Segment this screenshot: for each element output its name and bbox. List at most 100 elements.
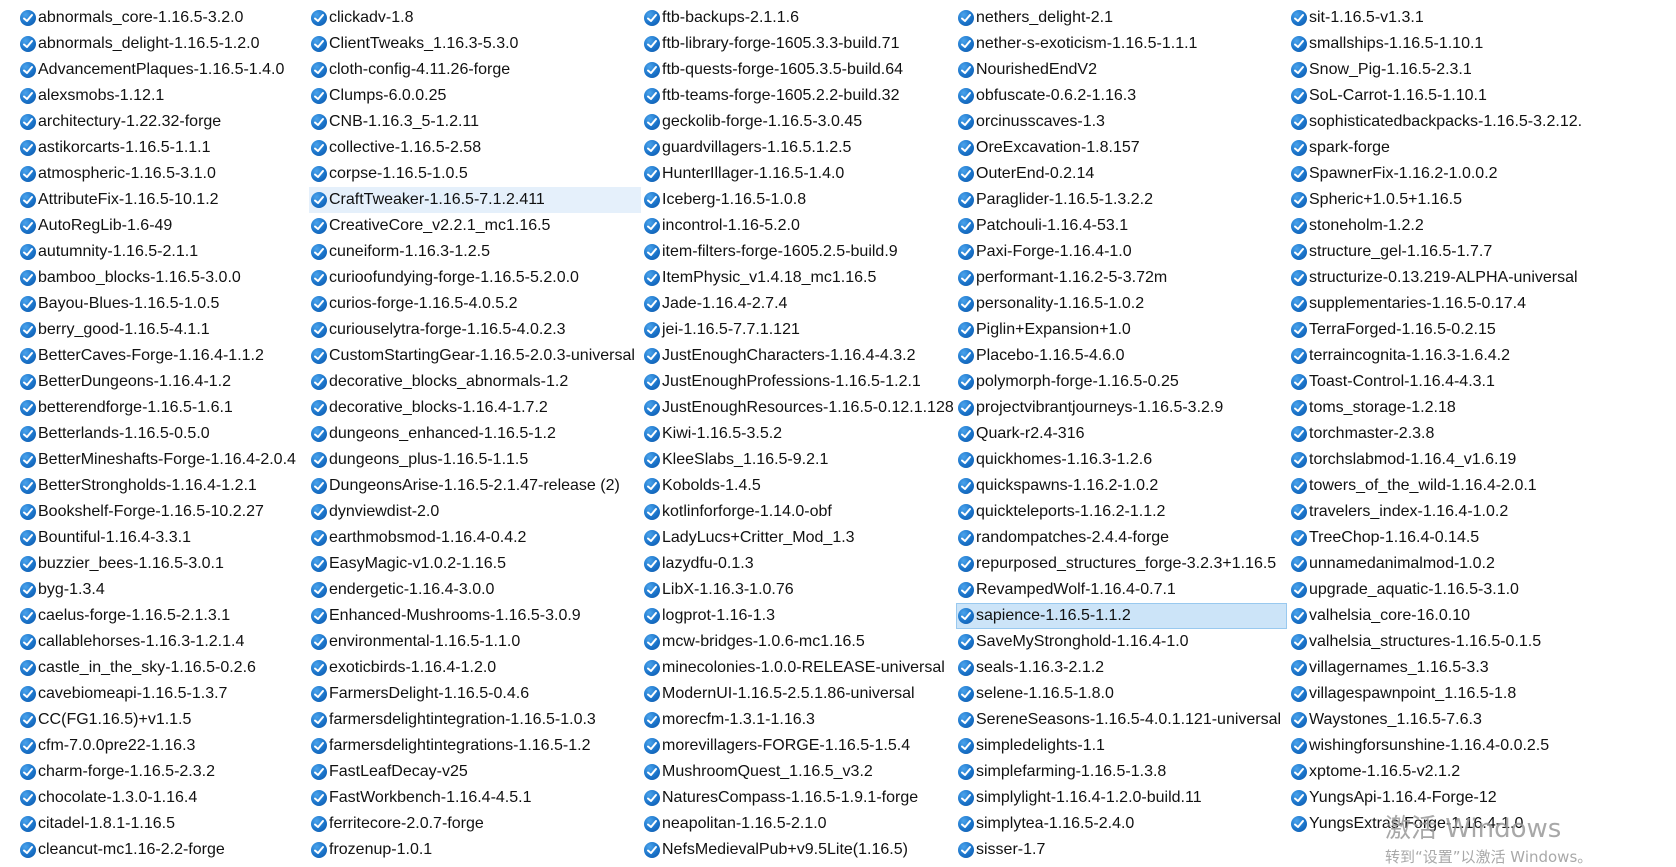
file-item[interactable]: Toast-Control-1.16.4-4.3.1 — [1289, 369, 1588, 395]
file-item[interactable]: buzzier_bees-1.16.5-3.0.1 — [18, 551, 302, 577]
file-item[interactable]: toms_storage-1.2.18 — [1289, 395, 1588, 421]
file-item[interactable]: jei-1.16.5-7.7.1.121 — [642, 317, 960, 343]
file-item[interactable]: orcinusscaves-1.3 — [956, 109, 1287, 135]
file-item[interactable]: decorative_blocks_abnormals-1.2 — [309, 369, 641, 395]
file-item[interactable]: cleancut-mc1.16-2.2-forge — [18, 837, 302, 863]
file-item[interactable]: nethers_delight-2.1 — [956, 5, 1287, 31]
file-item[interactable]: cfm-7.0.0pre22-1.16.3 — [18, 733, 302, 759]
file-item[interactable]: clickadv-1.8 — [309, 5, 641, 31]
file-item[interactable]: BetterStrongholds-1.16.4-1.2.1 — [18, 473, 302, 499]
file-item[interactable]: nether-s-exoticism-1.16.5-1.1.1 — [956, 31, 1287, 57]
file-item[interactable]: performant-1.16.2-5-3.72m — [956, 265, 1287, 291]
file-item[interactable]: guardvillagers-1.16.5.1.2.5 — [642, 135, 960, 161]
file-item[interactable]: sisser-1.7 — [956, 837, 1287, 863]
file-item[interactable]: mcw-bridges-1.0.6-mc1.16.5 — [642, 629, 960, 655]
file-item[interactable]: torchmaster-2.3.8 — [1289, 421, 1588, 447]
file-item[interactable]: OreExcavation-1.8.157 — [956, 135, 1287, 161]
file-item[interactable]: SoL-Carrot-1.16.5-1.10.1 — [1289, 83, 1588, 109]
file-item[interactable]: morevillagers-FORGE-1.16.5-1.5.4 — [642, 733, 960, 759]
file-item[interactable]: Paxi-Forge-1.16.4-1.0 — [956, 239, 1287, 265]
file-item[interactable]: citadel-1.8.1-1.16.5 — [18, 811, 302, 837]
file-item[interactable]: neapolitan-1.16.5-2.1.0 — [642, 811, 960, 837]
file-item[interactable]: stoneholm-1.2.2 — [1289, 213, 1588, 239]
file-item[interactable]: CNB-1.16.3_5-1.2.11 — [309, 109, 641, 135]
file-item[interactable]: torchslabmod-1.16.4_v1.6.19 — [1289, 447, 1588, 473]
file-item[interactable]: earthmobsmod-1.16.4-0.4.2 — [309, 525, 641, 551]
file-item[interactable]: farmersdelightintegrations-1.16.5-1.2 — [309, 733, 641, 759]
file-item[interactable]: castle_in_the_sky-1.16.5-0.2.6 — [18, 655, 302, 681]
file-item[interactable]: atmospheric-1.16.5-3.1.0 — [18, 161, 302, 187]
file-item[interactable]: kotlinforforge-1.14.0-obf — [642, 499, 960, 525]
file-item[interactable]: dynviewdist-2.0 — [309, 499, 641, 525]
file-item[interactable]: incontrol-1.16-5.2.0 — [642, 213, 960, 239]
file-item[interactable]: repurposed_structures_forge-3.2.3+1.16.5 — [956, 551, 1287, 577]
file-item[interactable]: wishingforsunshine-1.16.4-0.0.2.5 — [1289, 733, 1588, 759]
file-item[interactable]: Kiwi-1.16.5-3.5.2 — [642, 421, 960, 447]
file-item[interactable]: environmental-1.16.5-1.1.0 — [309, 629, 641, 655]
file-item[interactable]: terraincognita-1.16.3-1.6.4.2 — [1289, 343, 1588, 369]
file-item[interactable]: personality-1.16.5-1.0.2 — [956, 291, 1287, 317]
file-item[interactable]: Iceberg-1.16.5-1.0.8 — [642, 187, 960, 213]
file-item[interactable]: Patchouli-1.16.4-53.1 — [956, 213, 1287, 239]
file-item[interactable]: Bookshelf-Forge-1.16.5-10.2.27 — [18, 499, 302, 525]
file-item[interactable]: Spheric+1.0.5+1.16.5 — [1289, 187, 1588, 213]
file-item[interactable]: SaveMyStronghold-1.16.4-1.0 — [956, 629, 1287, 655]
file-item[interactable]: randompatches-2.4.4-forge — [956, 525, 1287, 551]
file-item[interactable]: LadyLucs+Critter_Mod_1.3 — [642, 525, 960, 551]
file-item[interactable]: berry_good-1.16.5-4.1.1 — [18, 317, 302, 343]
file-item[interactable]: CraftTweaker-1.16.5-7.1.2.411 — [309, 187, 641, 213]
file-item[interactable]: dungeons_enhanced-1.16.5-1.2 — [309, 421, 641, 447]
file-item[interactable]: logprot-1.16-1.3 — [642, 603, 960, 629]
file-item[interactable]: AutoRegLib-1.6-49 — [18, 213, 302, 239]
file-item[interactable]: structure_gel-1.16.5-1.7.7 — [1289, 239, 1588, 265]
file-item[interactable]: JustEnoughResources-1.16.5-0.12.1.128 — [642, 395, 960, 421]
file-item[interactable]: ftb-quests-forge-1605.3.5-build.64 — [642, 57, 960, 83]
file-item[interactable]: geckolib-forge-1.16.5-3.0.45 — [642, 109, 960, 135]
file-item[interactable]: villagespawnpoint_1.16.5-1.8 — [1289, 681, 1588, 707]
file-item[interactable]: villagernames_1.16.5-3.3 — [1289, 655, 1588, 681]
file-item[interactable]: SereneSeasons-1.16.5-4.0.1.121-universal — [956, 707, 1287, 733]
file-item[interactable]: quickspawns-1.16.2-1.0.2 — [956, 473, 1287, 499]
file-item[interactable]: sit-1.16.5-v1.3.1 — [1289, 5, 1588, 31]
file-item[interactable]: OuterEnd-0.2.14 — [956, 161, 1287, 187]
file-item[interactable]: TreeChop-1.16.4-0.14.5 — [1289, 525, 1588, 551]
file-item[interactable]: Placebo-1.16.5-4.6.0 — [956, 343, 1287, 369]
file-item[interactable]: ftb-teams-forge-1605.2.2-build.32 — [642, 83, 960, 109]
file-item[interactable]: decorative_blocks-1.16.4-1.7.2 — [309, 395, 641, 421]
file-item[interactable]: ftb-library-forge-1605.3.3-build.71 — [642, 31, 960, 57]
file-item[interactable]: EasyMagic-v1.0.2-1.16.5 — [309, 551, 641, 577]
file-item[interactable]: LibX-1.16.3-1.0.76 — [642, 577, 960, 603]
file-item[interactable]: MushroomQuest_1.16.5_v3.2 — [642, 759, 960, 785]
file-item[interactable]: alexsmobs-1.12.1 — [18, 83, 302, 109]
file-item[interactable]: abnormals_core-1.16.5-3.2.0 — [18, 5, 302, 31]
file-item[interactable]: Kobolds-1.4.5 — [642, 473, 960, 499]
file-item[interactable]: CustomStartingGear-1.16.5-2.0.3-universa… — [309, 343, 641, 369]
file-item[interactable]: CreativeCore_v2.2.1_mc1.16.5 — [309, 213, 641, 239]
file-item[interactable]: quickhomes-1.16.3-1.2.6 — [956, 447, 1287, 473]
file-item[interactable]: simplytea-1.16.5-2.4.0 — [956, 811, 1287, 837]
file-item[interactable]: Bayou-Blues-1.16.5-1.0.5 — [18, 291, 302, 317]
file-item[interactable]: ClientTweaks_1.16.3-5.3.0 — [309, 31, 641, 57]
file-item[interactable]: FarmersDelight-1.16.5-0.4.6 — [309, 681, 641, 707]
file-item[interactable]: frozenup-1.0.1 — [309, 837, 641, 863]
file-item[interactable]: ModernUI-1.16.5-2.5.1.86-universal — [642, 681, 960, 707]
file-item[interactable]: Enhanced-Mushrooms-1.16.5-3.0.9 — [309, 603, 641, 629]
file-item[interactable]: corpse-1.16.5-1.0.5 — [309, 161, 641, 187]
file-item[interactable]: farmersdelightintegration-1.16.5-1.0.3 — [309, 707, 641, 733]
file-item[interactable]: ItemPhysic_v1.4.18_mc1.16.5 — [642, 265, 960, 291]
file-item[interactable]: architectury-1.22.32-forge — [18, 109, 302, 135]
file-item[interactable]: SpawnerFix-1.16.2-1.0.0.2 — [1289, 161, 1588, 187]
file-item[interactable]: autumnity-1.16.5-2.1.1 — [18, 239, 302, 265]
file-item[interactable]: selene-1.16.5-1.8.0 — [956, 681, 1287, 707]
file-item[interactable]: FastWorkbench-1.16.4-4.5.1 — [309, 785, 641, 811]
file-item[interactable]: CC(FG1.16.5)+v1.1.5 — [18, 707, 302, 733]
file-item[interactable]: polymorph-forge-1.16.5-0.25 — [956, 369, 1287, 395]
file-item[interactable]: upgrade_aquatic-1.16.5-3.1.0 — [1289, 577, 1588, 603]
file-item[interactable]: Jade-1.16.4-2.7.4 — [642, 291, 960, 317]
file-item[interactable]: abnormals_delight-1.16.5-1.2.0 — [18, 31, 302, 57]
file-item[interactable]: Snow_Pig-1.16.5-2.3.1 — [1289, 57, 1588, 83]
file-item[interactable]: exoticbirds-1.16.4-1.2.0 — [309, 655, 641, 681]
file-item[interactable]: AttributeFix-1.16.5-10.1.2 — [18, 187, 302, 213]
file-item[interactable]: NourishedEndV2 — [956, 57, 1287, 83]
file-item[interactable]: seals-1.16.3-2.1.2 — [956, 655, 1287, 681]
